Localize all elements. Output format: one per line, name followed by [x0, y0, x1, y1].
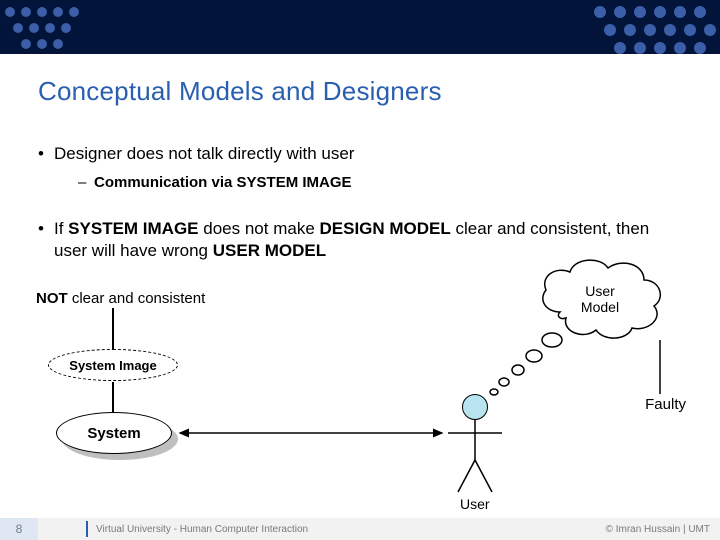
footer-right-text: © Imran Hussain | UMT: [606, 524, 710, 535]
cloud-text-2: Model: [581, 299, 619, 315]
thought-cloud-icon: [490, 260, 660, 395]
diagram-overlay: User Model: [0, 0, 720, 540]
cloud-text-1: User: [585, 283, 615, 299]
slide: Conceptual Models and Designers Designer…: [0, 0, 720, 540]
footer-divider: [86, 521, 88, 537]
page-number: 8: [0, 518, 38, 540]
stick-figure-icon: [448, 420, 502, 492]
footer-center-text: Virtual University - Human Computer Inte…: [96, 524, 308, 535]
